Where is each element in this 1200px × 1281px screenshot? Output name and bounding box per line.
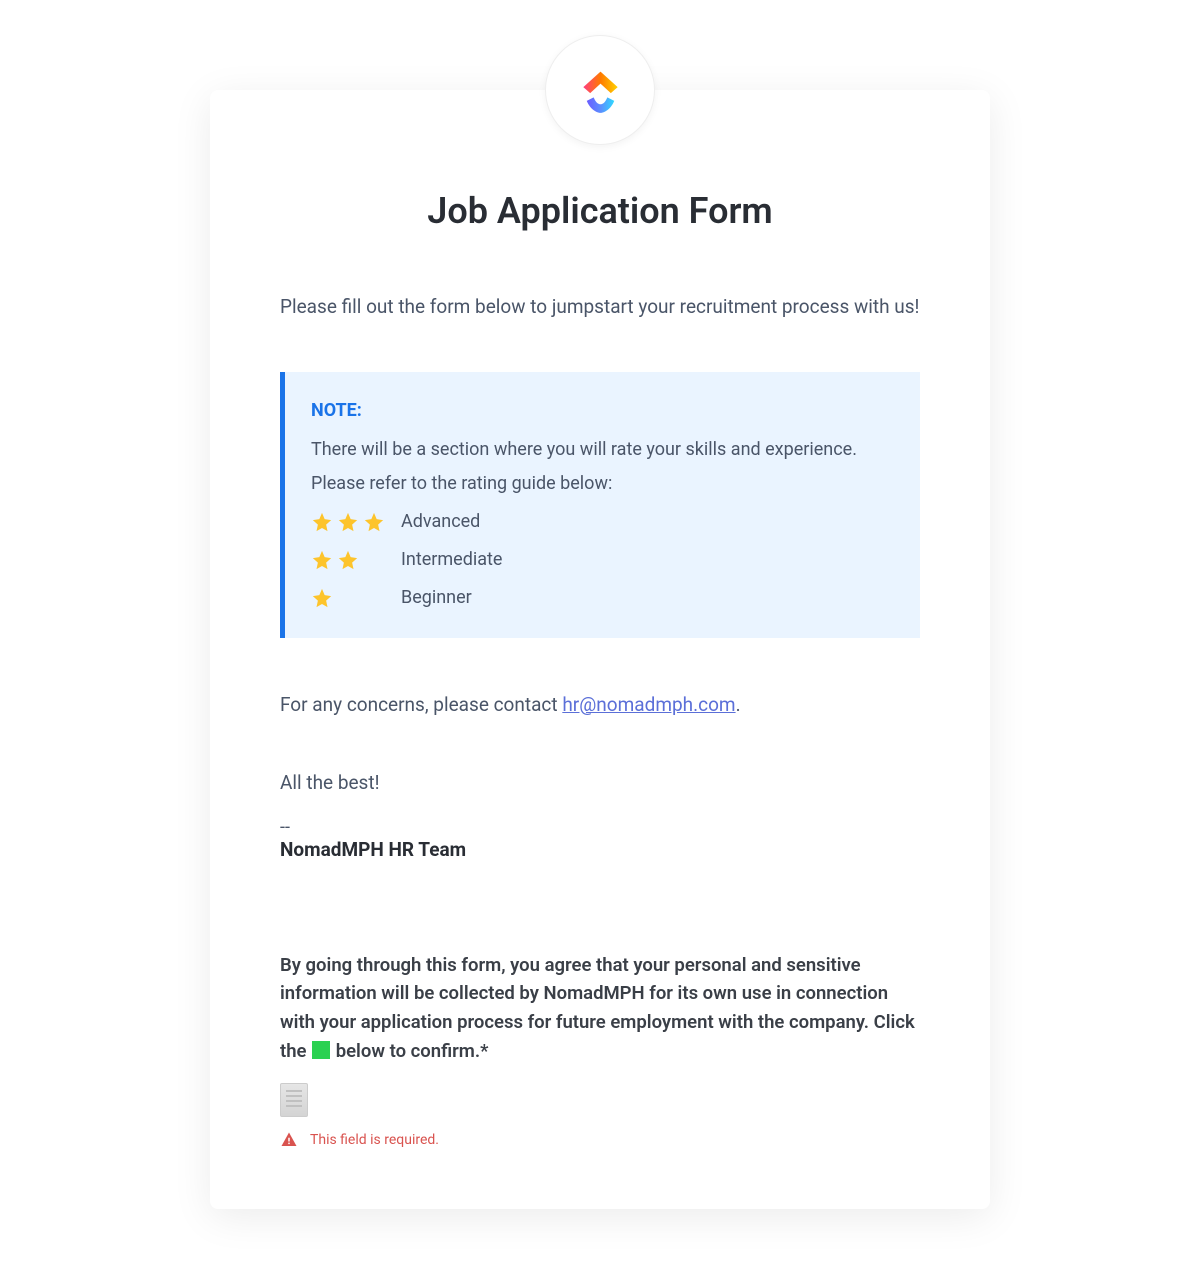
star-icon xyxy=(311,587,333,609)
checklist-field-icon[interactable] xyxy=(280,1083,308,1117)
team-signature: NomadMPH HR Team xyxy=(280,838,920,861)
star-icon xyxy=(363,511,385,533)
rating-row-beginner: Beginner xyxy=(311,581,894,615)
stars-3 xyxy=(311,511,401,533)
page-title: Job Application Form xyxy=(280,190,920,232)
error-text: This field is required. xyxy=(310,1132,439,1148)
green-square-icon xyxy=(312,1041,330,1059)
stars-2 xyxy=(311,549,401,571)
contact-email-link[interactable]: hr@nomadmph.com xyxy=(562,693,735,716)
stars-1 xyxy=(311,587,401,609)
rating-label: Beginner xyxy=(401,581,472,615)
signoff-text: All the best! xyxy=(280,771,920,794)
intro-text: Please fill out the form below to jumpst… xyxy=(280,292,920,322)
note-box: NOTE: There will be a section where you … xyxy=(280,372,920,637)
consent-post: below to confirm.* xyxy=(331,1040,488,1062)
signature-divider: -- xyxy=(280,817,920,838)
rating-row-intermediate: Intermediate xyxy=(311,543,894,577)
rating-label: Intermediate xyxy=(401,543,502,577)
contact-prefix: For any concerns, please contact xyxy=(280,693,562,716)
note-body: There will be a section where you will r… xyxy=(311,433,894,501)
form-card: Job Application Form Please fill out the… xyxy=(210,90,990,1209)
star-icon xyxy=(337,511,359,533)
star-icon xyxy=(311,511,333,533)
rating-label: Advanced xyxy=(401,505,480,539)
note-title: NOTE: xyxy=(311,394,894,428)
warning-icon xyxy=(280,1131,298,1149)
contact-line: For any concerns, please contact hr@noma… xyxy=(280,693,920,716)
consent-text: By going through this form, you agree th… xyxy=(280,951,920,1066)
rating-row-advanced: Advanced xyxy=(311,505,894,539)
clickup-logo-icon xyxy=(573,63,628,118)
error-row: This field is required. xyxy=(280,1131,920,1149)
logo-container xyxy=(545,35,655,145)
star-icon xyxy=(337,549,359,571)
star-icon xyxy=(311,549,333,571)
contact-suffix: . xyxy=(736,693,741,716)
